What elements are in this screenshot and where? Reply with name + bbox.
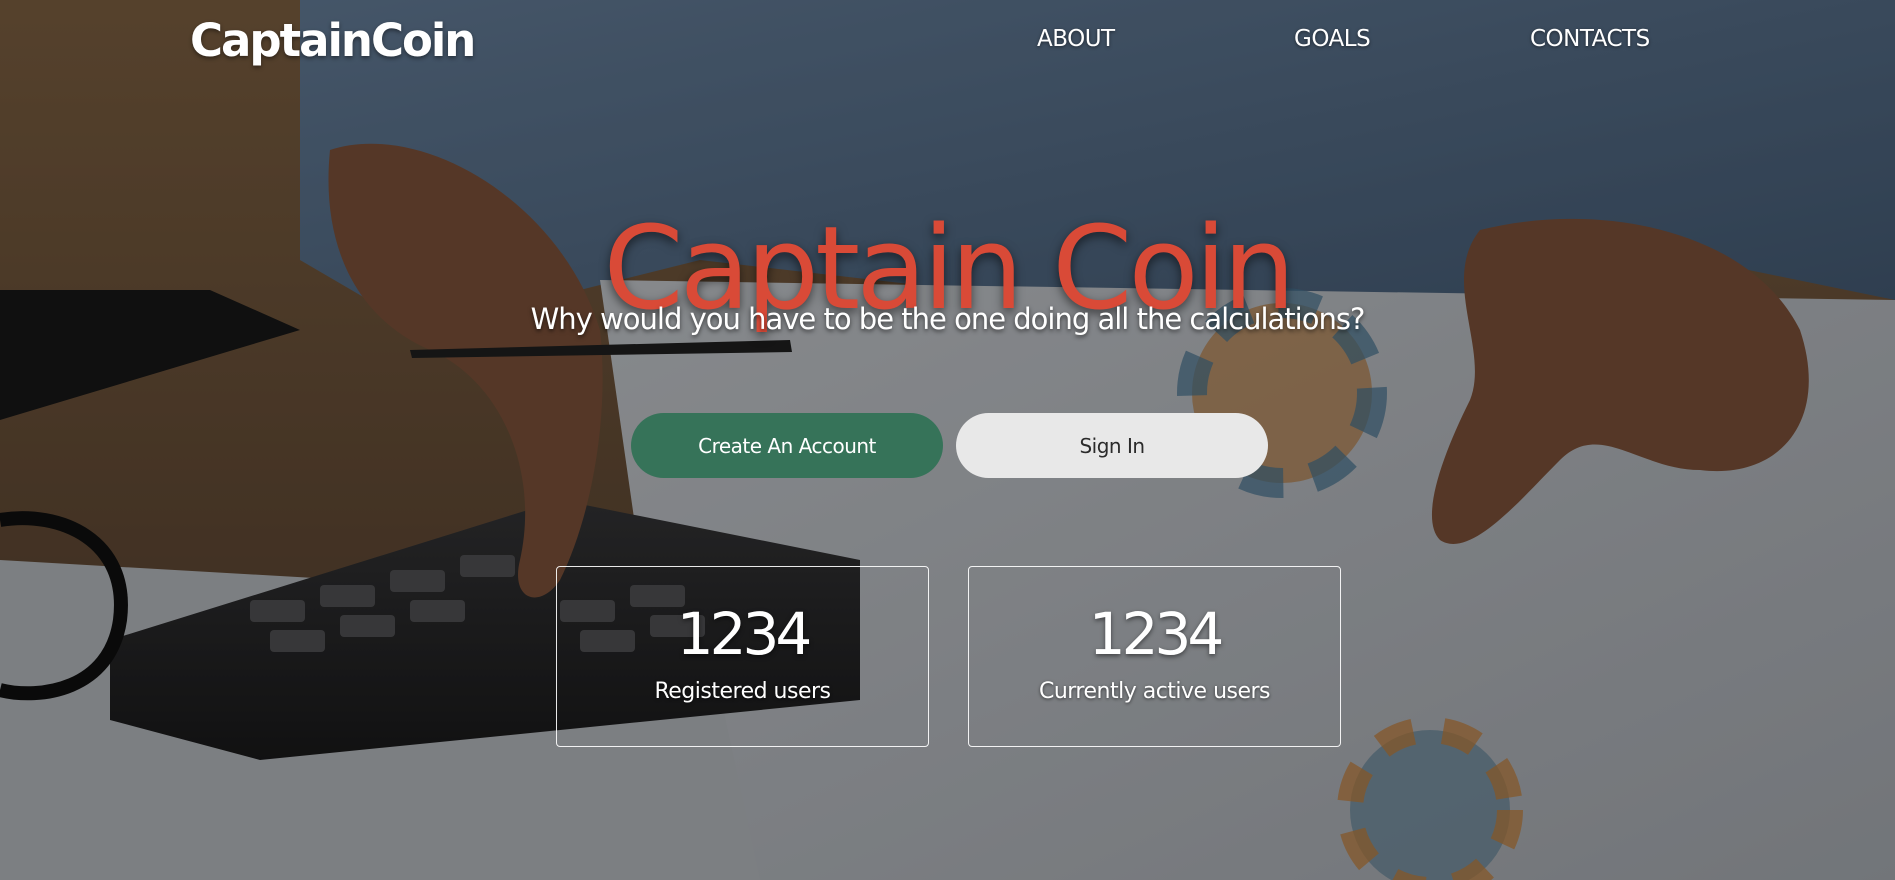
nav-goals[interactable]: GOALS <box>1294 26 1371 52</box>
stat-label: Registered users <box>654 679 831 704</box>
hero-subtitle: Why would you have to be the one doing a… <box>530 302 1366 336</box>
stat-card-active-users: 1234 Currently active users <box>968 566 1341 747</box>
sign-in-button[interactable]: Sign In <box>956 413 1268 478</box>
stat-card-registered-users: 1234 Registered users <box>556 566 929 747</box>
stat-label: Currently active users <box>1038 679 1271 704</box>
nav-about[interactable]: ABOUT <box>1037 26 1115 52</box>
background-photo <box>0 0 1895 880</box>
nav-contacts[interactable]: CONTACTS <box>1530 26 1650 52</box>
stat-value: 1234 <box>1088 600 1225 668</box>
stat-value: 1234 <box>676 600 813 668</box>
background-dark-overlay <box>0 0 1895 880</box>
site-logo[interactable]: CaptainCoin <box>190 14 476 67</box>
create-account-button[interactable]: Create An Account <box>631 413 943 478</box>
